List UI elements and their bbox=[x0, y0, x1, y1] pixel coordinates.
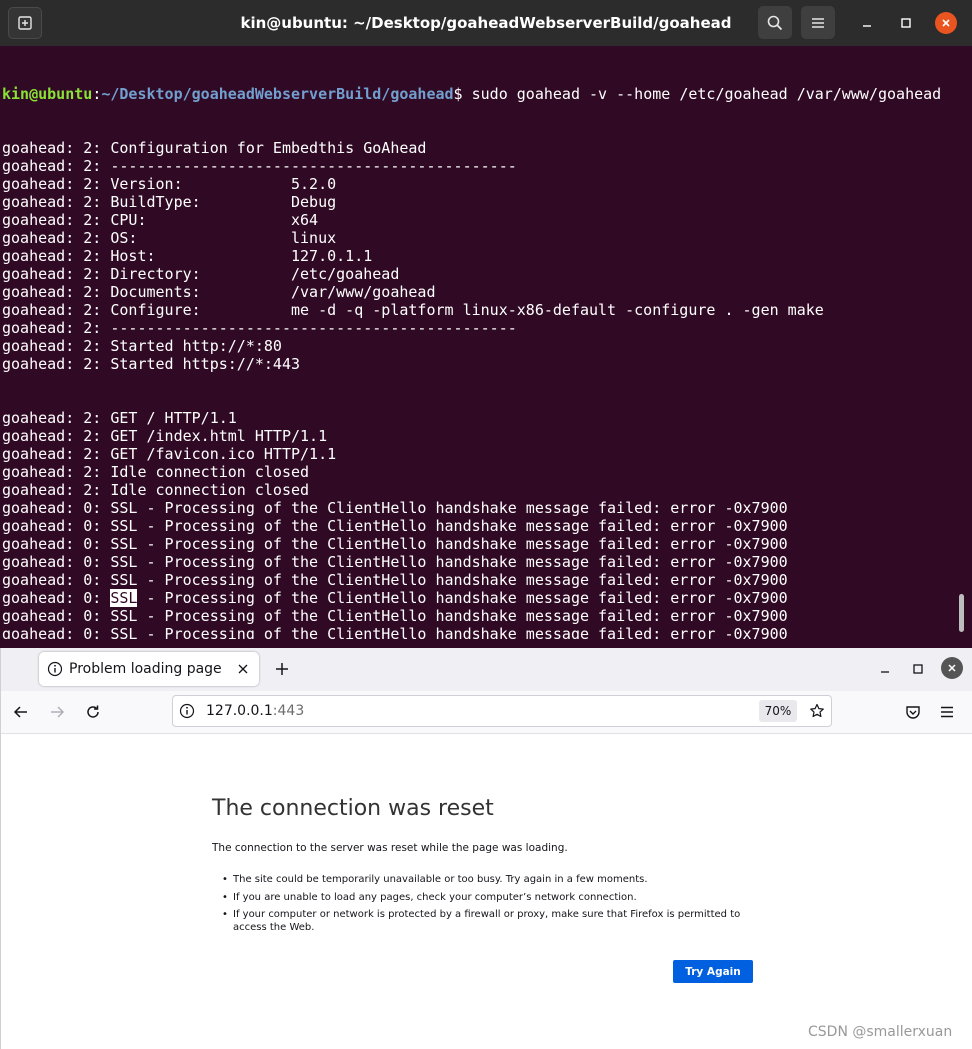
terminal-line: goahead: 2: BuildType: Debug bbox=[2, 193, 337, 211]
terminal-line: goahead: 2: GET /index.html HTTP/1.1 bbox=[2, 427, 328, 445]
error-suggestions: The site could be temporarily unavailabl… bbox=[222, 874, 752, 939]
pocket-button[interactable] bbox=[900, 699, 926, 725]
terminal-line: goahead: 2: ----------------------------… bbox=[2, 157, 517, 175]
terminal-output[interactable]: kin@ubuntu:~/Desktop/goaheadWebserverBui… bbox=[2, 49, 957, 639]
terminal-line: goahead: 2: Configuration for Embedthis … bbox=[2, 139, 427, 157]
terminal-line: goahead: 2: Started https://*:443 bbox=[2, 355, 301, 373]
search-button[interactable] bbox=[758, 6, 792, 39]
tab-strip: Problem loading page bbox=[1, 648, 972, 691]
star-icon bbox=[810, 703, 824, 718]
terminal-titlebar: kin@ubuntu: ~/Desktop/goaheadWebserverBu… bbox=[0, 0, 972, 46]
tab-close-icon bbox=[238, 664, 248, 674]
back-button[interactable] bbox=[8, 699, 34, 725]
back-arrow-icon bbox=[13, 706, 27, 718]
url-text[interactable]: 127.0.0.1:443 bbox=[206, 696, 304, 726]
terminal-line: goahead: 2: Configure: me -d -q -platfor… bbox=[2, 301, 824, 319]
terminal-line: goahead: 0: SSL - Processing of the Clie… bbox=[2, 607, 788, 625]
prompt-symbol: $ bbox=[453, 85, 463, 103]
prompt-path: ~/Desktop/goaheadWebserverBuild/goahead bbox=[101, 85, 454, 103]
maximize-button[interactable] bbox=[894, 10, 918, 36]
command-text: sudo goahead -v --home /etc/goahead /var… bbox=[462, 85, 942, 103]
try-again-button[interactable]: Try Again bbox=[673, 960, 753, 983]
terminal-line: goahead: 2: Idle connection closed bbox=[2, 481, 310, 499]
terminal-line: goahead: 2: Version: 5.2.0 bbox=[2, 175, 337, 193]
browser-close-button[interactable] bbox=[941, 657, 963, 679]
hamburger-menu-icon bbox=[941, 706, 953, 718]
list-item: If your computer or network is protected… bbox=[222, 909, 752, 934]
terminal-window: kin@ubuntu: ~/Desktop/goaheadWebserverBu… bbox=[0, 0, 972, 648]
prompt-user: kin@ubuntu bbox=[2, 85, 93, 103]
browser-window: Problem loading page 127.0.0.1:443 70% T… bbox=[0, 648, 972, 1049]
info-icon bbox=[47, 661, 63, 677]
plus-icon bbox=[276, 663, 288, 675]
reload-button[interactable] bbox=[80, 699, 106, 725]
bookmark-button[interactable] bbox=[807, 701, 827, 721]
minimize-icon bbox=[881, 671, 889, 673]
hamburger-menu-icon bbox=[812, 17, 824, 28]
terminal-line: goahead: 2: GET / HTTP/1.1 bbox=[2, 409, 237, 427]
terminal-line: goahead: 0: SSL - Processing of the Clie… bbox=[2, 535, 788, 553]
terminal-line: goahead: 0: SSL - Processing of the Clie… bbox=[2, 589, 957, 607]
minimize-button[interactable] bbox=[855, 10, 879, 36]
forward-button[interactable] bbox=[44, 699, 70, 725]
minimize-icon bbox=[863, 25, 871, 27]
navigation-toolbar: 127.0.0.1:443 70% bbox=[1, 691, 972, 734]
terminal-line: goahead: 2: OS: linux bbox=[2, 229, 337, 247]
browser-maximize-button[interactable] bbox=[907, 658, 929, 680]
close-icon bbox=[942, 19, 950, 27]
error-page: The connection was reset The connection … bbox=[1, 734, 972, 1049]
list-item: If you are unable to load any pages, che… bbox=[222, 892, 752, 905]
reload-icon bbox=[87, 705, 99, 718]
list-item: The site could be temporarily unavailabl… bbox=[222, 874, 752, 887]
terminal-scrollbar[interactable] bbox=[959, 594, 964, 632]
url-host: 127.0.0.1 bbox=[206, 703, 273, 719]
selected-text: SSL bbox=[110, 589, 138, 607]
info-icon[interactable] bbox=[179, 703, 195, 719]
watermark: CSDN @smallerxuan bbox=[808, 1024, 953, 1040]
error-description: The connection to the server was reset w… bbox=[212, 842, 568, 854]
terminal-line: goahead: 0: SSL - Processing of the Clie… bbox=[2, 571, 788, 589]
terminal-line: goahead: 0: SSL - Processing of the Clie… bbox=[2, 625, 788, 639]
close-icon bbox=[948, 664, 956, 672]
tab-problem-loading[interactable]: Problem loading page bbox=[39, 652, 259, 686]
tab-label: Problem loading page bbox=[69, 661, 222, 677]
zoom-indicator[interactable]: 70% bbox=[759, 700, 797, 722]
maximize-icon bbox=[901, 18, 911, 28]
error-title: The connection was reset bbox=[212, 796, 494, 821]
maximize-icon bbox=[913, 664, 923, 674]
terminal-menu-button[interactable] bbox=[801, 6, 835, 39]
terminal-line-text: - Processing of the ClientHello handshak… bbox=[137, 589, 788, 607]
close-button[interactable] bbox=[935, 12, 957, 34]
terminal-line: goahead: 2: ----------------------------… bbox=[2, 319, 517, 337]
terminal-line: goahead: 0: SSL - Processing of the Clie… bbox=[2, 517, 788, 535]
forward-arrow-icon bbox=[51, 706, 65, 718]
browser-minimize-button[interactable] bbox=[874, 658, 896, 680]
pocket-icon bbox=[906, 706, 920, 719]
terminal-line: goahead: 2: Directory: /etc/goahead bbox=[2, 265, 400, 283]
tab-close-button[interactable] bbox=[234, 660, 252, 678]
terminal-line: goahead: 2: Started http://*:80 bbox=[2, 337, 282, 355]
terminal-line: goahead: 0: SSL - Processing of the Clie… bbox=[2, 499, 788, 517]
terminal-line: goahead: 2: Documents: /var/www/goahead bbox=[2, 283, 436, 301]
terminal-line-text: goahead: 0: bbox=[2, 589, 111, 607]
url-port: :443 bbox=[272, 703, 305, 719]
search-icon bbox=[767, 15, 783, 30]
url-bar[interactable]: 127.0.0.1:443 70% bbox=[172, 695, 832, 727]
command-line: kin@ubuntu:~/Desktop/goaheadWebserverBui… bbox=[2, 85, 957, 103]
terminal-line: goahead: 2: GET /favicon.ico HTTP/1.1 bbox=[2, 445, 337, 463]
terminal-line: goahead: 2: Idle connection closed bbox=[2, 463, 310, 481]
prompt-separator: : bbox=[92, 85, 102, 103]
terminal-line: goahead: 2: Host: 127.0.1.1 bbox=[2, 247, 373, 265]
app-menu-button[interactable] bbox=[934, 699, 960, 725]
new-tab-button[interactable] bbox=[271, 658, 293, 680]
terminal-line: goahead: 2: CPU: x64 bbox=[2, 211, 319, 229]
log-lines: goahead: 2: Configuration for Embedthis … bbox=[2, 139, 957, 639]
terminal-line: goahead: 0: SSL - Processing of the Clie… bbox=[2, 553, 788, 571]
